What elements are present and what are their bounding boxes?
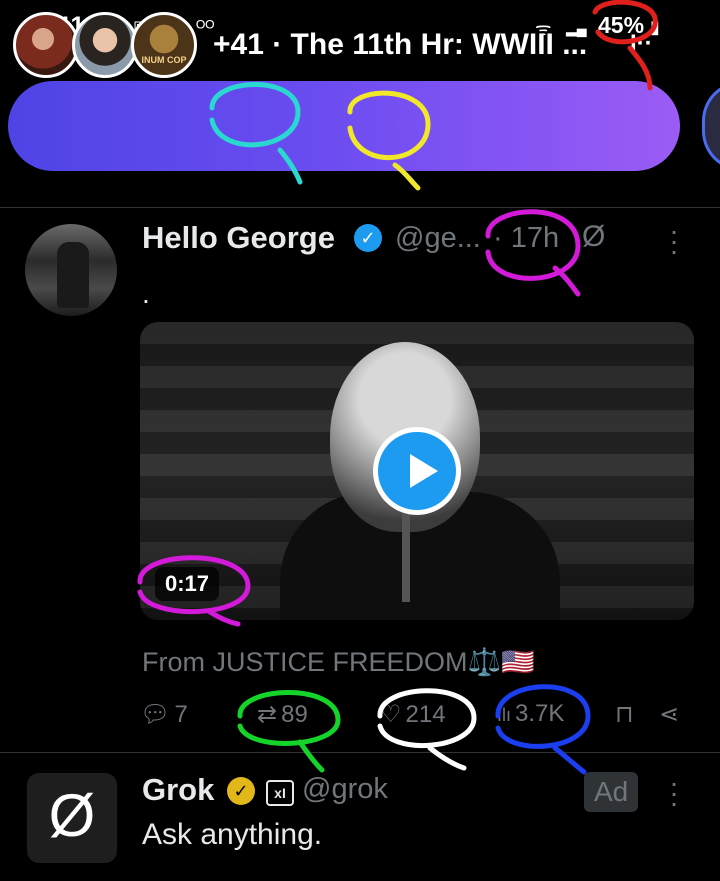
tweet-author-name[interactable]: Hello George — [142, 220, 335, 256]
reply-button[interactable]: 💬︎ 7 — [140, 700, 188, 729]
space-host-avatar — [72, 12, 138, 78]
space-title: +41 · The 11th Hr: WWIII ... — [213, 28, 588, 61]
verified-icon: ✓ — [354, 224, 382, 252]
source-attribution[interactable]: From JUSTICE FREEDOM⚖️🇺🇸 — [142, 646, 535, 678]
reply-icon: 💬︎ — [140, 701, 171, 728]
repost-icon: ⇄ — [257, 701, 278, 728]
verified-icon: ✓ — [227, 777, 255, 805]
voicemail-icon: ᴼᴼ — [196, 17, 215, 37]
tweet-text: . — [142, 278, 150, 309]
share-icon[interactable]: ⋖ — [659, 700, 679, 729]
ad-author-name[interactable]: Grok — [142, 772, 214, 808]
next-space-banner[interactable] — [702, 81, 720, 171]
grok-avatar[interactable]: Ø — [27, 773, 117, 863]
grok-icon[interactable]: Ø — [582, 220, 605, 254]
like-button[interactable]: ♡ 214 — [380, 700, 446, 729]
divider — [0, 207, 720, 208]
like-count: 214 — [405, 701, 446, 728]
play-icon[interactable] — [373, 427, 461, 515]
reply-count: 7 — [174, 701, 188, 728]
video-duration: 0:17 — [155, 567, 220, 601]
avatar-label: INUM COP — [141, 55, 187, 65]
repost-count: 89 — [281, 701, 308, 728]
like-icon: ♡ — [380, 701, 402, 728]
live-space-banner[interactable] — [8, 81, 680, 171]
xai-affiliate-icon: xI — [266, 780, 294, 806]
space-host-avatar — [13, 12, 79, 78]
views-icon: ılı — [497, 705, 512, 725]
views-button[interactable]: ılı 3.7K — [497, 700, 564, 728]
ad-badge: Ad — [584, 772, 639, 812]
avatar[interactable] — [25, 224, 117, 316]
more-icon[interactable]: · · · — [664, 217, 684, 265]
divider — [0, 752, 720, 753]
repost-button[interactable]: ⇄ 89 — [257, 700, 308, 729]
views-count: 3.7K — [515, 700, 565, 727]
tweet-author-handle[interactable]: @ge... — [395, 222, 481, 255]
more-icon[interactable]: · · · — [664, 769, 684, 817]
ad-author-handle[interactable]: @grok — [302, 773, 388, 806]
audio-wave-icon: I·· — [630, 30, 653, 57]
tweet-timestamp[interactable]: · 17h — [493, 222, 559, 255]
ad-text: Ask anything. — [142, 818, 323, 851]
space-host-avatar — [131, 12, 197, 78]
bookmark-icon[interactable]: ⊓ — [615, 700, 634, 729]
